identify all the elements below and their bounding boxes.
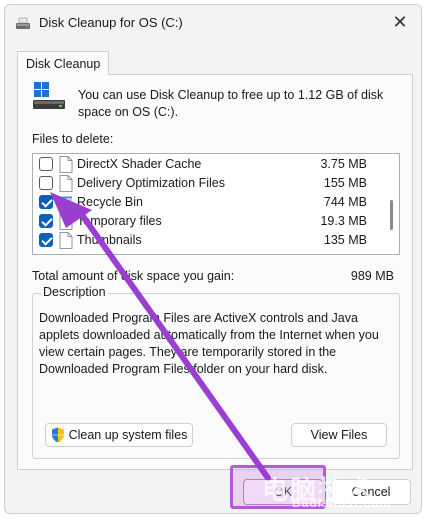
file-size: 744 MB — [323, 195, 367, 209]
close-button[interactable]: ✕ — [383, 7, 417, 37]
file-size: 3.75 MB — [320, 157, 367, 171]
file-name: Delivery Optimization Files — [77, 176, 225, 190]
file-row-thumbnails[interactable]: Thumbnails 135 MB — [33, 231, 381, 250]
description-legend: Description — [41, 285, 108, 299]
file-size: 155 MB — [323, 176, 367, 190]
scroll-thumb[interactable] — [390, 200, 393, 230]
file-icon — [59, 232, 73, 249]
drive-icon — [33, 82, 65, 109]
clean-up-system-files-button[interactable]: Clean up system files — [45, 423, 193, 447]
files-to-delete-label: Files to delete: — [32, 132, 114, 146]
view-files-label: View Files — [310, 428, 368, 442]
file-row-recycle-bin[interactable]: Recycle Bin 744 MB — [33, 193, 381, 212]
total-value: 989 MB — [350, 269, 394, 283]
file-name: Temporary files — [77, 214, 162, 228]
file-size: 19.3 MB — [320, 214, 367, 228]
clean-up-label: Clean up system files — [68, 428, 188, 442]
checkbox[interactable] — [39, 195, 53, 209]
view-files-button[interactable]: View Files — [291, 423, 387, 447]
checkbox[interactable] — [39, 157, 53, 171]
recycle-bin-icon — [60, 196, 72, 211]
tab-disk-cleanup[interactable]: Disk Cleanup — [17, 51, 110, 75]
description-text: Downloaded Program Files are ActiveX con… — [39, 311, 379, 376]
title-bar: Disk Cleanup for OS (C:) ✕ — [5, 5, 421, 41]
file-icon — [59, 175, 73, 192]
uac-shield-icon — [51, 427, 64, 443]
intro-text: You can use Disk Cleanup to free up to 1… — [78, 88, 384, 119]
cancel-label: Cancel — [351, 485, 391, 499]
cancel-button[interactable]: Cancel — [331, 479, 411, 505]
checkbox[interactable] — [39, 176, 53, 190]
disk-cleanup-window: Disk Cleanup for OS (C:) ✕ Disk Cleanup … — [4, 4, 422, 514]
close-icon: ✕ — [392, 11, 408, 32]
file-name: DirectX Shader Cache — [77, 157, 202, 171]
disk-cleanup-panel: You can use Disk Cleanup to free up to 1… — [17, 74, 413, 470]
tab-label: Disk Cleanup — [26, 56, 101, 71]
window-title: Disk Cleanup for OS (C:) — [39, 15, 183, 30]
checkbox[interactable] — [39, 233, 53, 247]
file-size: 135 MB — [323, 233, 367, 247]
file-row-delivery-optimization[interactable]: Delivery Optimization Files 155 MB — [33, 174, 381, 193]
file-list[interactable]: DirectX Shader Cache 3.75 MB Delivery Op… — [32, 153, 400, 255]
total-label: Total amount of disk space you gain: — [32, 269, 235, 283]
file-name: Thumbnails — [77, 233, 142, 247]
ok-highlight-box — [230, 465, 326, 509]
file-icon — [59, 213, 73, 230]
file-icon — [59, 156, 73, 173]
description-group: Description Downloaded Program Files are… — [32, 285, 400, 459]
file-row-temporary-files[interactable]: Temporary files 19.3 MB — [33, 212, 381, 231]
file-name: Recycle Bin — [77, 195, 143, 209]
file-row-directx-shader-cache[interactable]: DirectX Shader Cache 3.75 MB — [33, 155, 381, 174]
checkbox[interactable] — [39, 214, 53, 228]
disk-cleanup-icon — [16, 17, 30, 29]
list-scrollbar[interactable] — [385, 158, 397, 252]
